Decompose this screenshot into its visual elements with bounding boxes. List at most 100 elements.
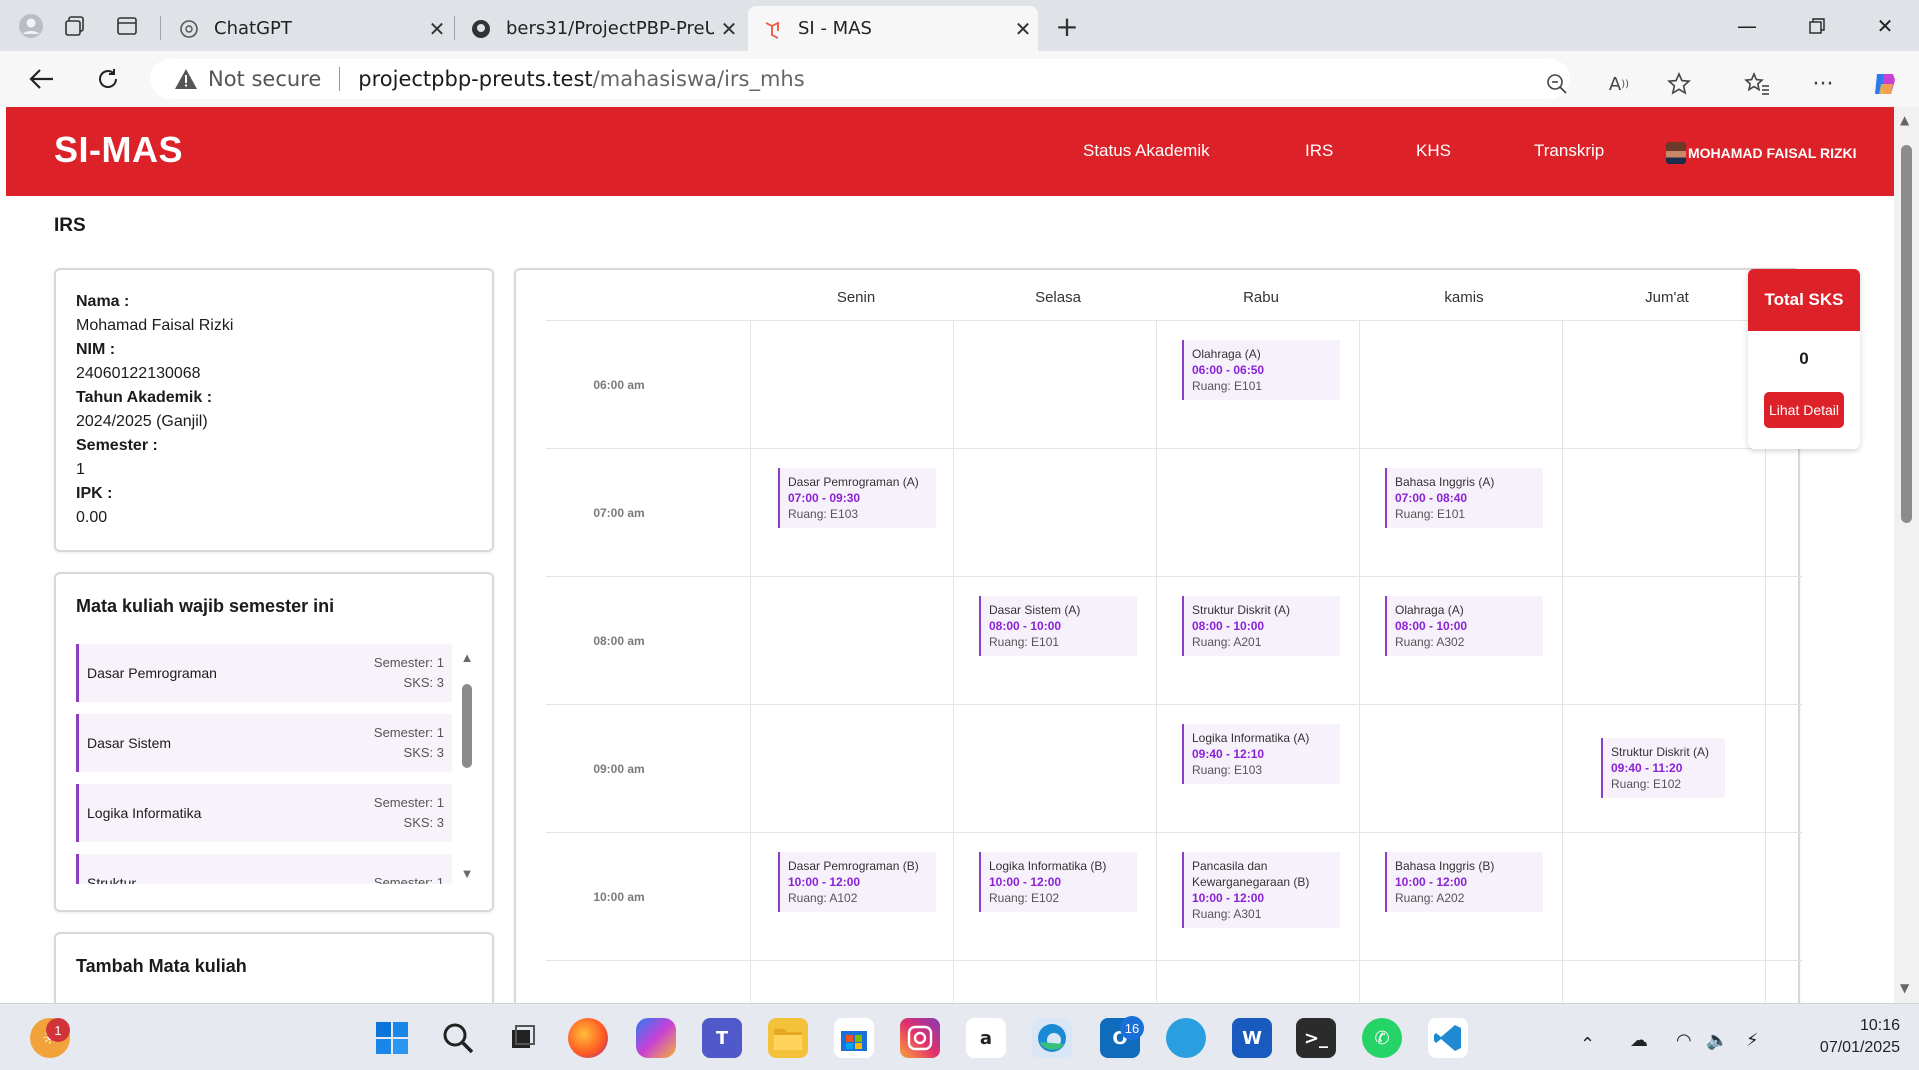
schedule-event[interactable]: Struktur Diskrit (A) 09:40 - 11:20 Ruang…: [1601, 738, 1725, 798]
scroll-down-arrow-icon[interactable]: ▼: [458, 866, 476, 881]
schedule-event[interactable]: Dasar Pemrograman (A) 07:00 - 09:30 Ruan…: [778, 468, 936, 528]
nav-khs[interactable]: KHS: [1416, 141, 1451, 161]
favorite-star-icon[interactable]: [1664, 69, 1694, 99]
tab-github[interactable]: bers31/ProjectPBP-PreUTS: ahihi ✕: [456, 6, 744, 51]
event-room: Ruang: E101: [989, 635, 1060, 649]
event-room: Ruang: E102: [1611, 777, 1682, 791]
event-time: 08:00 - 10:00: [1395, 619, 1468, 633]
schedule-event[interactable]: Bahasa Inggris (B) 10:00 - 12:00 Ruang: …: [1385, 852, 1543, 912]
amazon-icon[interactable]: a: [966, 1018, 1006, 1058]
nav-irs[interactable]: IRS: [1305, 141, 1333, 161]
list-item[interactable]: Dasar Pemrograman Semester: 1 SKS: 3: [76, 644, 452, 702]
schedule-event[interactable]: Pancasila dan Kewarganegaraan (B) 10:00 …: [1182, 852, 1340, 928]
list-item[interactable]: Struktur Semester: 1: [76, 854, 452, 884]
store-icon[interactable]: [834, 1018, 874, 1058]
course-sks: SKS: 3: [403, 675, 444, 690]
minimize-icon[interactable]: —: [1712, 0, 1782, 51]
page-scrollbar-thumb[interactable]: [1901, 145, 1912, 523]
nav-transkrip[interactable]: Transkrip: [1534, 141, 1604, 161]
teams-icon[interactable]: T: [702, 1018, 742, 1058]
scroll-down-arrow-icon[interactable]: ▼: [1900, 981, 1909, 995]
wifi-icon[interactable]: ◠: [1676, 1030, 1692, 1051]
scroll-up-arrow-icon[interactable]: ▲: [1900, 113, 1909, 127]
event-title: Pancasila dan Kewarganegaraan (B): [1192, 859, 1310, 889]
scroll-up-arrow-icon[interactable]: ▲: [458, 650, 476, 665]
schedule-event[interactable]: Dasar Sistem (A) 08:00 - 10:00 Ruang: E1…: [979, 596, 1137, 656]
new-tab-icon[interactable]: +: [1050, 9, 1084, 43]
favorites-icon[interactable]: [1742, 69, 1772, 99]
time-label: 08:00 am: [593, 634, 645, 648]
tray-chevron-icon[interactable]: ⌃: [1580, 1034, 1595, 1055]
volume-icon[interactable]: 🔈: [1706, 1030, 1728, 1051]
event-time: 10:00 - 12:00: [1395, 875, 1468, 889]
wajib-course-list[interactable]: Dasar Pemrograman Semester: 1 SKS: 3 Dasa…: [76, 644, 452, 884]
close-window-icon[interactable]: ✕: [1850, 0, 1919, 51]
close-tab-icon[interactable]: ✕: [1008, 17, 1038, 41]
tab-title: SI - MAS: [798, 18, 872, 39]
nama-value: Mohamad Faisal Rizki: [76, 317, 234, 334]
more-options-icon[interactable]: ···: [1808, 69, 1838, 99]
onedrive-icon[interactable]: ☁: [1630, 1030, 1648, 1051]
list-item[interactable]: Dasar Sistem Semester: 1 SKS: 3: [76, 714, 452, 772]
close-tab-icon[interactable]: ✕: [714, 17, 744, 41]
vscode-icon[interactable]: [1428, 1018, 1468, 1058]
schedule-event[interactable]: Struktur Diskrit (A) 08:00 - 10:00 Ruang…: [1182, 596, 1340, 656]
wajib-title: Mata kuliah wajib semester ini: [76, 596, 335, 616]
user-name: MOHAMAD FAISAL RIZKI: [1688, 145, 1857, 161]
site-logo[interactable]: SI-MAS: [54, 129, 183, 171]
event-room: Ruang: A102: [788, 891, 858, 905]
battery-icon[interactable]: ⚡: [1746, 1030, 1759, 1051]
profile-icon[interactable]: [14, 9, 48, 43]
lihat-detail-button[interactable]: Lihat Detail: [1764, 392, 1844, 428]
word-icon[interactable]: W: [1232, 1018, 1272, 1058]
task-view-icon[interactable]: [502, 1018, 542, 1058]
nav-status-akademik[interactable]: Status Akademik: [1083, 141, 1210, 161]
total-sks-card: Total SKS 0 Lihat Detail: [1748, 269, 1860, 449]
close-tab-icon[interactable]: ✕: [422, 17, 452, 41]
back-icon[interactable]: [22, 61, 62, 97]
tab-actions-icon[interactable]: [110, 9, 144, 43]
file-explorer-icon[interactable]: [768, 1018, 808, 1058]
refresh-icon[interactable]: [88, 61, 128, 97]
firefox-icon[interactable]: [568, 1018, 608, 1058]
list-scrollbar-thumb[interactable]: [462, 684, 472, 768]
tab-title: bers31/ProjectPBP-PreUTS: ahihi: [506, 18, 714, 39]
read-aloud-icon[interactable]: A)): [1604, 69, 1634, 99]
zoom-icon[interactable]: [1542, 69, 1572, 99]
edge-icon[interactable]: [1032, 1018, 1072, 1058]
user-menu[interactable]: MOHAMAD FAISAL RIZKI: [1666, 142, 1857, 164]
workspaces-icon[interactable]: [58, 9, 92, 43]
schedule-event[interactable]: Bahasa Inggris (A) 07:00 - 08:40 Ruang: …: [1385, 468, 1543, 528]
warning-icon[interactable]: [174, 68, 198, 90]
schedule-event[interactable]: Olahraga (A) 06:00 - 06:50 Ruang: E101: [1182, 340, 1340, 400]
copilot-app-icon[interactable]: [636, 1018, 676, 1058]
event-title: Bahasa Inggris (B): [1395, 859, 1495, 873]
system-clock[interactable]: 10:16 07/01/2025: [1800, 1015, 1900, 1059]
schedule-event[interactable]: Olahraga (A) 08:00 - 10:00 Ruang: A302: [1385, 596, 1543, 656]
edge-alt-icon[interactable]: [1166, 1018, 1206, 1058]
list-item[interactable]: Logika Informatika Semester: 1 SKS: 3: [76, 784, 452, 842]
search-icon[interactable]: [438, 1018, 478, 1058]
whatsapp-icon[interactable]: ✆: [1362, 1018, 1402, 1058]
tab-chatgpt[interactable]: ChatGPT ✕: [164, 6, 452, 51]
url-bar[interactable]: Not secure projectpbp-preuts.test/mahasi…: [150, 59, 1570, 99]
schedule-event[interactable]: Logika Informatika (A) 09:40 - 12:10 Rua…: [1182, 724, 1340, 784]
page-scrollbar[interactable]: ▲ ▼: [1894, 107, 1919, 1003]
event-time: 10:00 - 12:00: [788, 875, 861, 889]
start-icon[interactable]: [372, 1018, 412, 1058]
schedule-event[interactable]: Logika Informatika (B) 10:00 - 12:00 Rua…: [979, 852, 1137, 912]
instagram-icon[interactable]: [900, 1018, 940, 1058]
tahun-value: 2024/2025 (Ganjil): [76, 413, 208, 430]
github-icon: [470, 18, 492, 40]
event-time: 08:00 - 10:00: [989, 619, 1062, 633]
course-name: Dasar Sistem: [87, 735, 172, 751]
address-bar-row: Not secure projectpbp-preuts.test/mahasi…: [0, 51, 1919, 107]
restore-icon[interactable]: [1782, 0, 1852, 51]
tab-simas[interactable]: SI - MAS ✕: [748, 6, 1038, 51]
event-room: Ruang: E102: [989, 891, 1060, 905]
time-label: 07:00 am: [593, 506, 645, 520]
schedule-event[interactable]: Dasar Pemrograman (B) 10:00 - 12:00 Ruan…: [778, 852, 936, 912]
copilot-icon[interactable]: [1870, 69, 1900, 99]
terminal-icon[interactable]: >_: [1296, 1018, 1336, 1058]
security-label[interactable]: Not secure: [208, 67, 321, 91]
